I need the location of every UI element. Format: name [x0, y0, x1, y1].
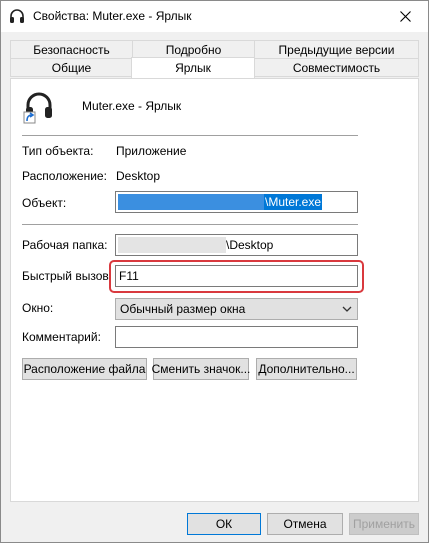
start-in-value: \Desktop: [226, 238, 274, 252]
properties-window: Свойства: Muter.exe - Ярлык Безопасность…: [0, 0, 429, 543]
shortcut-panel: Muter.exe - Ярлык Тип объекта: Приложени…: [10, 78, 419, 502]
tab-label: Подробно: [165, 42, 222, 57]
button-label: Расположение файла: [23, 362, 146, 376]
tab-label: Совместимость: [292, 60, 381, 75]
hotkey-label: Быстрый вызов:: [22, 269, 113, 283]
cancel-button[interactable]: Отмена: [267, 513, 343, 535]
button-label: Применить: [352, 517, 415, 531]
location-label: Расположение:: [22, 169, 107, 183]
close-button[interactable]: [382, 1, 428, 32]
tab-strip: Безопасность Подробно Предыдущие версии …: [1, 32, 428, 80]
open-file-location-button[interactable]: Расположение файла: [22, 358, 147, 380]
target-field[interactable]: \Muter.exe: [115, 191, 358, 213]
tab-label: Безопасность: [33, 42, 110, 57]
headphones-icon: [10, 9, 24, 23]
target-label: Объект:: [22, 196, 67, 210]
advanced-button[interactable]: Дополнительно...: [256, 358, 357, 380]
run-label: Окно:: [22, 301, 54, 315]
divider: [22, 135, 358, 136]
button-label: Отмена: [283, 517, 327, 531]
run-value: Обычный размер окна: [120, 302, 246, 316]
target-redacted-selection: [118, 194, 264, 210]
ok-button[interactable]: ОК: [187, 513, 261, 535]
hotkey-value: F11: [119, 269, 139, 283]
start-in-label: Рабочая папка:: [22, 238, 108, 252]
tab-label: Ярлык: [175, 61, 211, 75]
apply-button[interactable]: Применить: [349, 513, 419, 535]
type-value: Приложение: [116, 144, 187, 158]
window-title: Свойства: Muter.exe - Ярлык: [33, 9, 192, 23]
change-icon-button[interactable]: Сменить значок...: [151, 358, 251, 380]
shortcut-name: Muter.exe - Ярлык: [82, 99, 182, 113]
type-label: Тип объекта:: [22, 144, 94, 158]
hotkey-field[interactable]: F11: [115, 265, 358, 287]
title-bar: Свойства: Muter.exe - Ярлык: [1, 1, 428, 32]
target-value: \Muter.exe: [264, 194, 323, 210]
tab-shortcut[interactable]: Ярлык: [131, 57, 255, 78]
button-label: Сменить значок...: [151, 362, 251, 376]
tab-previous-versions[interactable]: Предыдущие версии: [254, 40, 419, 59]
button-label: Дополнительно...: [258, 362, 355, 376]
divider: [22, 224, 358, 225]
tab-security[interactable]: Безопасность: [10, 40, 133, 59]
tab-label: Предыдущие версии: [278, 42, 395, 57]
tab-label: Общие: [51, 60, 92, 75]
comment-field[interactable]: [115, 326, 358, 348]
button-label: ОК: [215, 517, 233, 531]
tab-compatibility[interactable]: Совместимость: [254, 58, 419, 77]
close-icon: [399, 11, 411, 22]
tab-general[interactable]: Общие: [10, 58, 133, 77]
start-in-field[interactable]: \Desktop: [115, 234, 358, 256]
location-value: Desktop: [116, 169, 161, 183]
run-select[interactable]: Обычный размер окна: [115, 298, 358, 320]
chevron-down-icon: [342, 306, 352, 312]
headphones-shortcut-icon: [23, 92, 52, 124]
comment-label: Комментарий:: [22, 330, 101, 344]
start-in-redacted: [118, 237, 226, 253]
